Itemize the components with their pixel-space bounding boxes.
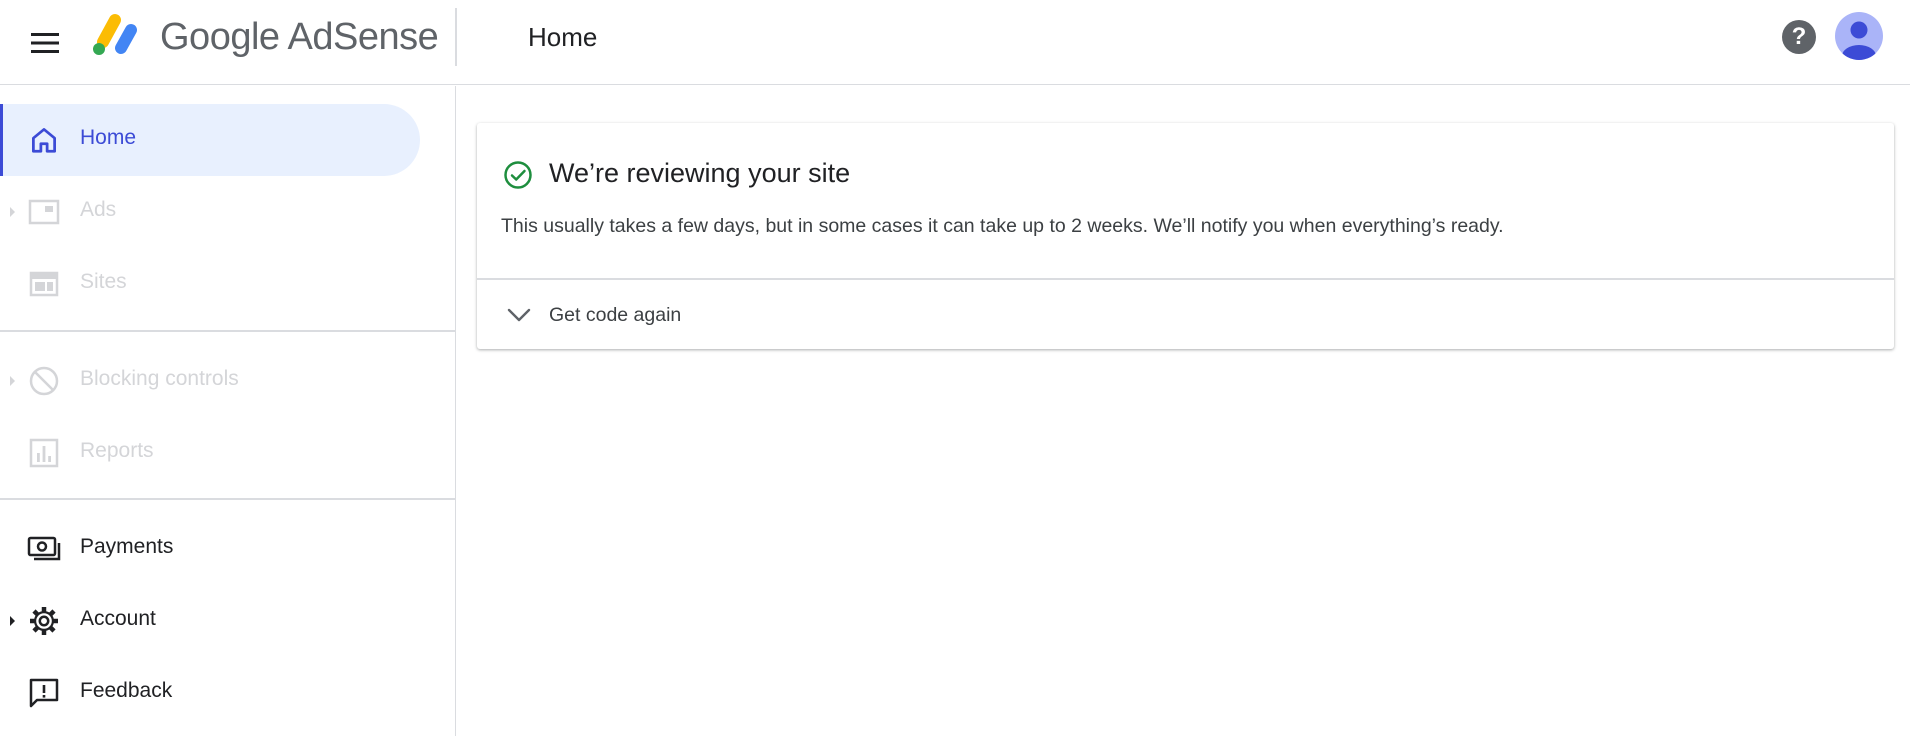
sidebar-nav: Home Ads Sites Blocking controls Reports… [0,86,456,736]
feedback-icon [26,675,62,711]
get-code-again-expander[interactable]: Get code again [477,279,1894,349]
check-circle-icon [504,161,532,189]
page-title: Home [528,22,598,52]
adsense-logo-icon [93,14,137,55]
sidebar-divider [0,498,456,500]
expand-caret-icon [10,207,15,217]
chevron-down-icon [507,308,531,322]
ads-icon [26,194,62,230]
site-review-card: We’re reviewing your site This usually t… [477,123,1894,349]
sidebar-item-feedback[interactable]: Feedback [0,657,420,729]
sidebar-item-label: Sites [80,270,127,293]
gear-icon [26,603,62,639]
payments-icon [26,531,62,567]
sidebar-item-label: Reports [80,439,154,462]
main-menu-button[interactable] [22,20,68,66]
account-avatar-button[interactable] [1835,12,1883,60]
sidebar-item-label: Account [80,607,156,630]
hamburger-menu-icon [31,33,59,53]
sidebar-item-ads[interactable]: Ads [0,176,420,248]
expander-label: Get code again [549,304,682,326]
sidebar-item-account[interactable]: Account [0,585,420,657]
sidebar-item-label: Home [80,126,137,149]
sidebar-item-label: Feedback [80,679,173,702]
brand-product: AdSense [287,16,439,58]
sidebar-item-label: Ads [80,198,117,221]
app-header: Google AdSense Home ? [0,0,1910,85]
card-description: This usually takes a few days, but in so… [501,215,1504,237]
card-title: We’re reviewing your site [549,158,851,188]
sidebar-item-sites[interactable]: Sites [0,248,420,320]
block-icon [26,363,62,399]
sidebar-item-label: Payments [80,535,174,558]
brand-name: Google AdSense [160,16,439,59]
help-button[interactable]: ? [1782,20,1816,54]
header-divider [455,8,457,66]
home-icon [26,122,62,158]
expand-caret-icon [10,376,15,386]
bar-chart-icon [26,435,62,471]
account-avatar-icon [1842,21,1876,60]
sidebar-item-blocking-controls[interactable]: Blocking controls [0,345,420,417]
expand-caret-icon [10,616,15,626]
brand-google: Google [160,16,280,58]
sidebar-divider [0,330,456,332]
sidebar-item-payments[interactable]: Payments [0,513,420,585]
sidebar-item-reports[interactable]: Reports [0,417,420,489]
sidebar-item-label: Blocking controls [80,367,239,390]
sites-icon [26,266,62,302]
sidebar-item-home[interactable]: Home [0,104,420,176]
help-icon: ? [1791,23,1807,50]
